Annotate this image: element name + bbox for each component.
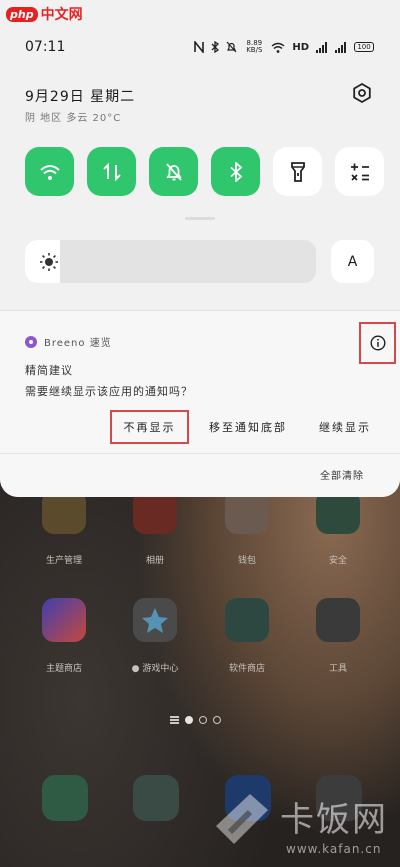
battery-icon: 100 [354,42,374,52]
silent-mode-toggle[interactable] [149,147,198,196]
move-to-bottom-button[interactable]: 移至通知底部 [198,410,298,444]
status-bar: 07:11 8.89 KB/S HD 100 [25,38,374,56]
bluetooth-icon [229,161,242,182]
page-dot [213,716,221,724]
sun-icon [40,253,58,271]
notification-body: 需要继续显示该应用的通知吗？ [25,385,193,398]
divider [0,453,400,454]
page-dot [199,716,207,724]
breeno-app-icon [25,335,37,348]
watermark-site-text: 中文网 [40,7,83,23]
status-icons: 8.89 KB/S HD 100 [194,40,374,54]
wifi-icon [39,164,60,180]
dock-messages-icon[interactable] [133,775,179,821]
bell-off-icon [165,162,182,181]
notification-title: 精简建议 [25,364,73,377]
divider [0,310,400,311]
date-label[interactable]: 9月29日 星期二 [25,86,135,106]
keep-showing-button[interactable]: 继续显示 [310,410,380,444]
star-icon [142,608,168,633]
clear-all-button[interactable]: 全部清除 [320,467,364,482]
brightness-slider[interactable] [25,240,316,283]
notification-shade: 07:11 8.89 KB/S HD 100 9月29日 星期二 阴 地区 多云… [0,0,400,497]
dock-phone-icon[interactable] [42,775,88,821]
mobile-data-toggle[interactable] [87,147,136,196]
app-icon-software-store[interactable] [225,598,269,642]
gear-icon [353,82,371,104]
app-label: ● 游戏中心 [131,664,179,674]
nfc-icon [194,41,205,53]
watermark-brand: 卡饭网 [280,800,388,840]
mobile-data-icon [102,162,121,181]
notification-app-row: Breeno 速览 [25,334,112,349]
calculator-icon [350,163,369,181]
app-label: 钱包 [237,556,256,566]
page-indicator[interactable] [170,716,221,724]
drawer-menu-icon [170,716,179,724]
never-show-button[interactable]: 不再显示 [110,410,189,444]
notification-actions: 不再显示 移至通知底部 继续显示 [0,410,400,446]
page-dot [185,716,193,724]
signal-1-icon [316,41,328,53]
signal-2-icon [335,41,347,53]
notification-app-name: Breeno 速览 [44,338,112,349]
network-speed: 8.89 KB/S [246,39,263,54]
watermark-php-logo: php [6,6,38,22]
calculator-button[interactable] [335,147,384,196]
weather-label[interactable]: 阴 地区 多云 20°C [25,109,121,124]
status-time: 07:11 [25,39,66,55]
settings-button[interactable] [351,82,373,104]
app-label: 生产管理 [45,556,82,566]
flashlight-icon [290,161,305,182]
app-icon-game-center[interactable] [133,598,177,642]
watermark-url: www.kafan.cn [286,842,382,856]
app-icon-tools-folder[interactable] [316,598,360,642]
bluetooth-toggle[interactable] [211,147,260,196]
app-label: 软件商店 [228,664,265,674]
notification-info-button[interactable] [359,322,396,364]
bluetooth-status-icon [211,41,220,53]
app-label: 安全 [328,556,347,566]
info-icon [369,335,386,351]
hd-voice-label: HD [292,41,309,53]
wifi-toggle[interactable] [25,147,74,196]
quick-settings-tiles [25,147,384,196]
app-icon-theme-store[interactable] [42,598,86,642]
watermark-kafan: 卡饭网 www.kafan.cn [210,786,400,866]
app-label: 相册 [145,556,164,566]
wifi-status-icon [271,42,285,53]
app-label: 工具 [328,664,347,674]
silent-status-icon [226,41,237,53]
watermark-php-cn: php 中文网 [6,4,83,24]
app-label: 主题商店 [45,664,82,674]
expand-drag-handle[interactable] [185,217,215,220]
notification-card[interactable]: Breeno 速览 精简建议 需要继续显示该应用的通知吗？ 不再显示 移至通知底… [0,310,400,497]
flashlight-toggle[interactable] [273,147,322,196]
auto-brightness-button[interactable]: A [331,240,374,283]
kafan-logo-icon [216,794,268,844]
